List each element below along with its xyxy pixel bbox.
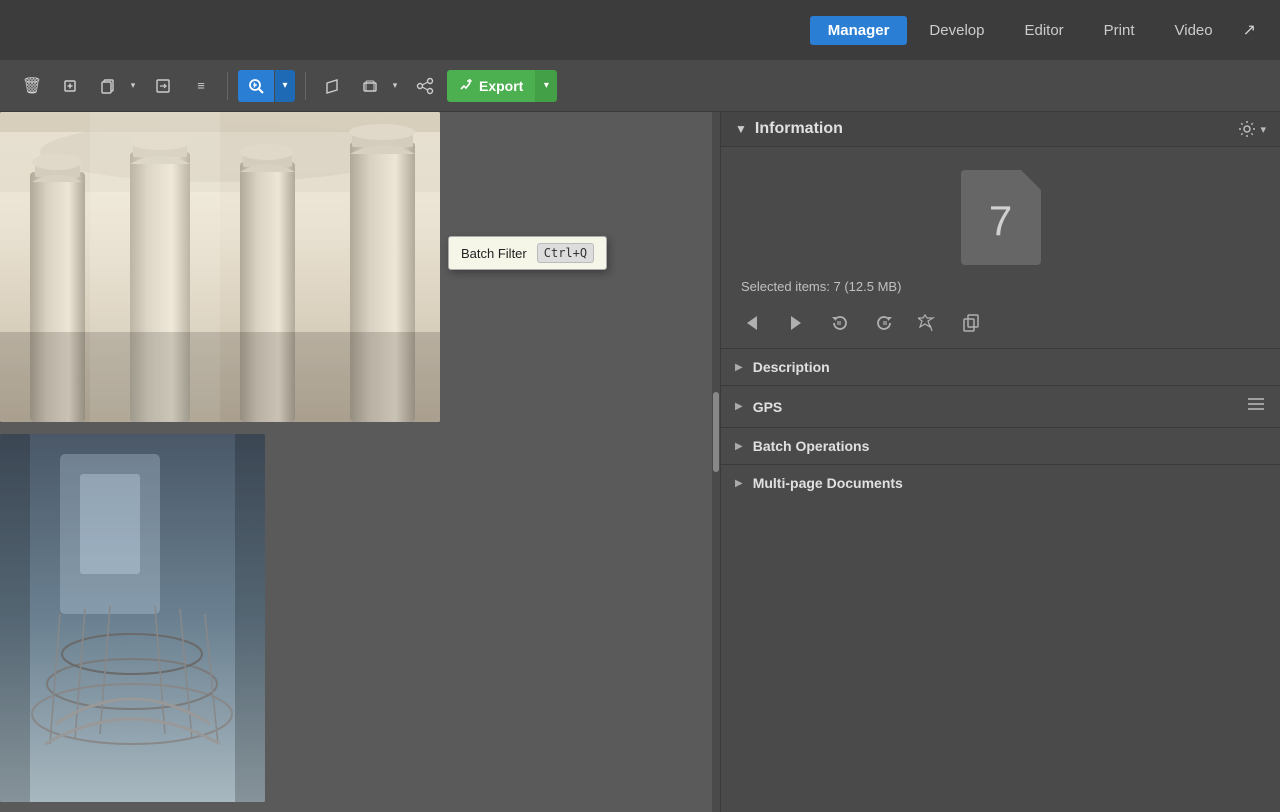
next-button[interactable] <box>781 308 811 338</box>
export-dropdown[interactable]: ▾ <box>535 70 557 102</box>
section-multi-label: Multi-page Documents <box>753 475 903 491</box>
history-button[interactable] <box>316 70 348 102</box>
copy-btn-group: ▾ <box>92 70 141 102</box>
scroll-thumb <box>713 392 719 472</box>
settings-dropdown-arrow: ▾ <box>1260 123 1266 136</box>
main-photo-columns[interactable] <box>0 112 440 422</box>
panel-header: ▼ Information ▾ <box>721 112 1280 147</box>
file-count-icon: 7 <box>956 167 1046 267</box>
main-photo-staircase[interactable] <box>0 434 265 802</box>
section-description-label: Description <box>753 359 830 375</box>
scroll-indicator[interactable] <box>712 112 720 812</box>
export-label: Export <box>479 78 523 94</box>
toolbar-separator-2 <box>305 72 306 100</box>
panel-settings-button[interactable]: ▾ <box>1238 120 1266 138</box>
section-gps-label: GPS <box>753 399 783 415</box>
copy-dropdown[interactable]: ▾ <box>125 70 141 102</box>
top-navigation: Manager Develop Editor Print Video ↗ <box>0 0 1280 60</box>
section-batch-operations[interactable]: ▶ Batch Operations <box>721 427 1280 464</box>
batch-filter-group: ▾ <box>238 70 295 102</box>
pages-button[interactable] <box>957 308 987 338</box>
section-batch-arrow: ▶ <box>735 441 743 452</box>
action-icons-row <box>721 304 1280 348</box>
section-description-arrow: ▶ <box>735 362 743 373</box>
toolbar: 🗑 ▾ ≡ ▾ <box>0 60 1280 112</box>
export-button[interactable]: Export <box>447 70 535 102</box>
file-count-number: 7 <box>989 197 1012 245</box>
nav-tab-develop[interactable]: Develop <box>911 16 1002 45</box>
stack-btn-group: ▾ <box>354 70 403 102</box>
external-link-icon: ↗ <box>1235 14 1264 46</box>
prev-button[interactable] <box>737 308 767 338</box>
add-button[interactable] <box>54 70 86 102</box>
section-multi-page[interactable]: ▶ Multi-page Documents <box>721 464 1280 501</box>
rotate-cw-button[interactable] <box>869 308 899 338</box>
section-description[interactable]: ▶ Description <box>721 348 1280 385</box>
batch-filter-button[interactable] <box>238 70 274 102</box>
delete-button[interactable]: 🗑 <box>16 70 48 102</box>
panel-collapse-icon[interactable]: ▼ <box>735 122 747 136</box>
move-button[interactable] <box>147 70 179 102</box>
photo-area: Batch Filter Ctrl+Q <box>0 112 720 812</box>
panel-title: Information <box>755 120 1231 138</box>
stack-dropdown[interactable]: ▾ <box>387 70 403 102</box>
section-gps-arrow: ▶ <box>735 401 743 412</box>
share-button[interactable] <box>409 70 441 102</box>
tooltip-label: Batch Filter <box>461 246 527 261</box>
copy-button[interactable] <box>92 70 124 102</box>
stack-button[interactable] <box>354 70 386 102</box>
batch-filter-dropdown[interactable]: ▾ <box>275 70 295 102</box>
stars-button[interactable] <box>913 308 943 338</box>
selected-area: 7 Selected items: 7 (12.5 MB) <box>721 147 1280 304</box>
nav-tab-manager[interactable]: Manager <box>810 16 908 45</box>
section-gps[interactable]: ▶ GPS <box>721 385 1280 427</box>
toolbar-separator-1 <box>227 72 228 100</box>
nav-tab-video[interactable]: Video <box>1157 16 1231 45</box>
section-multi-arrow: ▶ <box>735 478 743 489</box>
section-batch-label: Batch Operations <box>753 438 870 454</box>
section-menu-icon[interactable] <box>1246 396 1266 417</box>
batch-filter-tooltip: Batch Filter Ctrl+Q <box>448 236 607 270</box>
right-panel: ▼ Information ▾ 7 Selected items: 7 (12.… <box>720 112 1280 812</box>
nav-tab-editor[interactable]: Editor <box>1006 16 1081 45</box>
export-group: Export ▾ <box>447 70 557 102</box>
number-button[interactable]: ≡ <box>185 70 217 102</box>
rotate-ccw-button[interactable] <box>825 308 855 338</box>
nav-tab-print[interactable]: Print <box>1086 16 1153 45</box>
selected-info-text: Selected items: 7 (12.5 MB) <box>737 279 901 294</box>
main-layout: Batch Filter Ctrl+Q ▼ Information ▾ 7 <box>0 112 1280 812</box>
tooltip-shortcut: Ctrl+Q <box>537 243 594 263</box>
